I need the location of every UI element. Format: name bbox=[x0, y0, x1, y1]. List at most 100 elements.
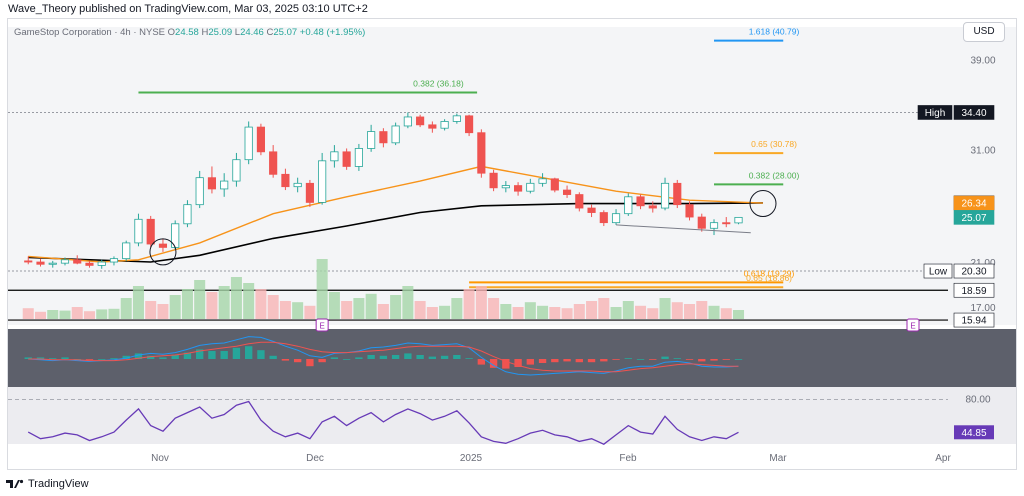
candle-body bbox=[416, 116, 425, 126]
volume-bar bbox=[353, 298, 365, 319]
volume-bar bbox=[610, 307, 622, 319]
candle-body bbox=[648, 205, 657, 209]
candle-body bbox=[330, 151, 339, 162]
candle-body bbox=[244, 126, 253, 161]
fib-level-label: 0.65 (18.86) bbox=[746, 273, 792, 283]
macd-histogram-bar bbox=[428, 356, 437, 359]
footer-brand[interactable]: TradingView bbox=[6, 475, 89, 493]
macd-histogram-bar bbox=[404, 353, 412, 359]
macd-histogram-bar bbox=[342, 359, 351, 360]
macd-histogram-bar bbox=[330, 357, 339, 359]
volume-bar bbox=[671, 302, 683, 319]
candle-body bbox=[342, 151, 351, 167]
candle-body bbox=[207, 177, 217, 190]
x-tick-label: 2025 bbox=[460, 453, 483, 464]
legend-part: +0.48 (+1.95%) bbox=[300, 27, 366, 38]
volume-bar bbox=[659, 298, 671, 319]
candle-body bbox=[256, 126, 265, 153]
legend-part: 25.07 bbox=[273, 27, 299, 38]
volume-bar bbox=[181, 289, 193, 319]
candle-body bbox=[318, 160, 327, 203]
volume-bar bbox=[451, 298, 463, 319]
candle-body bbox=[354, 148, 363, 167]
fib-level-label: 0.65 (30.78) bbox=[751, 139, 797, 149]
volume-bar bbox=[573, 304, 585, 319]
volume-bar bbox=[524, 302, 536, 319]
macd-histogram-bar bbox=[391, 355, 400, 359]
price-label-value: 15.94 bbox=[961, 316, 986, 327]
tradingview-logo-icon bbox=[6, 479, 24, 488]
candle-body bbox=[158, 243, 168, 248]
candle-body bbox=[183, 204, 192, 225]
volume-bar bbox=[328, 292, 340, 319]
currency-button[interactable]: USD bbox=[963, 22, 1005, 42]
macd-histogram-bar bbox=[685, 359, 694, 360]
publisher-text: Wave_Theory published on TradingView.com… bbox=[8, 3, 368, 15]
candle-body bbox=[73, 259, 82, 264]
price-label-value: 34.40 bbox=[961, 108, 986, 119]
macd-histogram-bar bbox=[538, 359, 547, 363]
candle-body bbox=[636, 196, 645, 207]
volume-bar bbox=[365, 293, 377, 319]
macd-histogram-bar bbox=[232, 347, 241, 359]
macd-histogram-bar bbox=[379, 355, 388, 359]
macd-histogram-bar bbox=[293, 359, 302, 363]
legend-part: 24.58 bbox=[175, 27, 201, 38]
volume-bar bbox=[512, 307, 524, 319]
candle-body bbox=[575, 194, 584, 209]
candle-body bbox=[220, 180, 229, 190]
candle-body bbox=[134, 218, 143, 244]
candle-body bbox=[489, 172, 498, 189]
candle-body bbox=[660, 182, 670, 209]
volume-bar bbox=[537, 305, 549, 319]
candle-body bbox=[526, 182, 535, 192]
candle-body bbox=[624, 196, 633, 215]
volume-bar bbox=[732, 310, 745, 319]
price-label-value: 25.07 bbox=[961, 213, 986, 224]
macd-histogram-bar bbox=[355, 357, 363, 359]
macd-histogram-bar bbox=[465, 358, 473, 359]
candle-body bbox=[146, 218, 155, 245]
volume-bar bbox=[83, 311, 95, 319]
macd-histogram-bar bbox=[453, 355, 461, 359]
candle-body bbox=[403, 116, 412, 127]
macd-histogram-bar bbox=[318, 359, 326, 363]
macd-histogram-bar bbox=[722, 359, 730, 360]
candle-body bbox=[452, 115, 461, 122]
volume-bar bbox=[145, 301, 157, 319]
macd-histogram-bar bbox=[159, 357, 167, 359]
chart-frame[interactable]: 39.00 31.00 21.00 17.00 1.618 (40.79) 0.382 (… bbox=[7, 18, 1017, 470]
candle-body bbox=[85, 262, 94, 266]
legend-part: 24.46 bbox=[240, 27, 266, 38]
volume-bar bbox=[230, 277, 242, 319]
volume-bar bbox=[488, 298, 500, 319]
candle-body bbox=[673, 182, 682, 206]
volume-bar bbox=[120, 298, 132, 319]
candle-body bbox=[501, 185, 510, 189]
macd-histogram-bar bbox=[477, 359, 486, 365]
candle-body bbox=[477, 132, 486, 174]
candle-body bbox=[465, 115, 474, 134]
price-label-value: 26.34 bbox=[961, 199, 986, 210]
candle-body bbox=[232, 159, 241, 182]
macd-histogram-bar bbox=[367, 355, 375, 359]
volume-bar bbox=[696, 301, 708, 319]
chart-canvas[interactable]: 39.0031.0021.0017.001.618 (40.79)0.382 (… bbox=[8, 19, 1017, 470]
candle-body bbox=[305, 182, 314, 203]
macd-histogram-bar bbox=[636, 359, 645, 360]
macd-histogram-bar bbox=[61, 357, 69, 359]
macd-histogram-bar bbox=[281, 359, 290, 361]
volume-bar bbox=[402, 286, 414, 319]
rsi-pane-background bbox=[8, 387, 1016, 444]
volume-bar bbox=[34, 311, 47, 319]
macd-histogram-bar bbox=[416, 355, 424, 359]
candle-body bbox=[722, 222, 731, 225]
legend-part: O bbox=[168, 27, 175, 38]
candle-body bbox=[367, 131, 376, 149]
x-tick-label: Apr bbox=[935, 453, 951, 464]
publisher-header: Wave_Theory published on TradingView.com… bbox=[0, 0, 1024, 18]
candle-body bbox=[709, 222, 719, 229]
volume-bar bbox=[549, 307, 561, 319]
volume-bar bbox=[132, 286, 144, 319]
volume-bar bbox=[169, 295, 181, 319]
